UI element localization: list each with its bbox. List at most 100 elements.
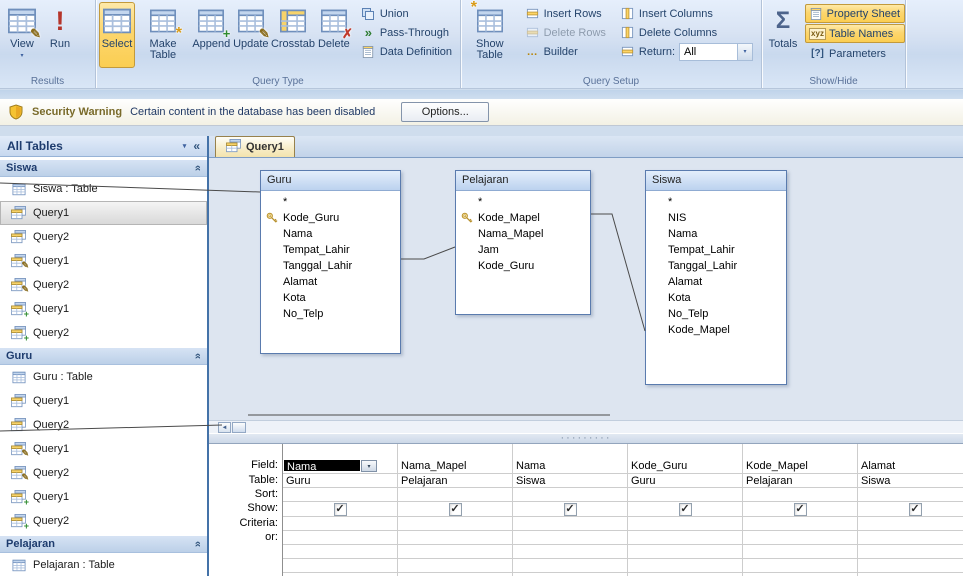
splitter-grip[interactable]: ········· [561,433,612,444]
pass-through-button[interactable]: » Pass-Through [356,23,457,42]
grid-cell-table-col5[interactable]: Pelajaran [743,474,858,488]
insert-rows-button[interactable]: Insert Rows [520,4,611,23]
collapse-group-icon[interactable]: » [192,165,204,171]
grid-cell-table-col2[interactable]: Pelajaran [398,474,513,488]
nav-item-query1[interactable]: Query1 [0,389,207,413]
union-button[interactable]: Union [356,4,457,23]
grid-cell-blank-col1[interactable] [283,444,398,459]
builder-button[interactable]: … Builder [520,42,611,61]
field-item-asterisk[interactable]: * [261,194,400,210]
pane-splitter[interactable]: ········· [209,433,963,444]
grid-cell-field-col3[interactable]: Nama [513,459,628,474]
grid-cell-field-col2[interactable]: Nama_Mapel [398,459,513,474]
table-box-guru[interactable]: Guru * Kode_Guru Nama Tempat_Lahir Tanggal_La… [260,170,401,354]
nav-item-pelajaran-table[interactable]: Pelajaran : Table [0,553,207,576]
grid-cell-empty1-col6[interactable] [858,545,963,559]
grid-cell-empty1-col1[interactable] [283,545,398,559]
nav-item-query2[interactable]: Query2 [0,413,207,437]
show-table-button[interactable]: * Show Table [464,0,516,68]
nav-item-query2[interactable]: + Query2 [0,321,207,345]
grid-cell-or-col1[interactable] [283,531,398,545]
totals-button[interactable]: Σ Totals [765,2,801,68]
make-table-button[interactable]: * Make Table [135,2,191,68]
nav-item-siswa-table[interactable]: Siswa : Table [0,177,207,201]
show-checkbox[interactable]: ✓ [448,502,462,516]
show-checkbox[interactable]: ✓ [333,502,347,516]
nav-item-query2[interactable]: ✎ Query2 [0,273,207,297]
grid-cell-empty2-col3[interactable] [513,559,628,573]
grid-cell-field-col4[interactable]: Kode_Guru [628,459,743,474]
delete-columns-button[interactable]: Delete Columns [615,23,758,42]
field-item-tempat-lahir[interactable]: Tempat_Lahir [261,242,400,258]
grid-cell-show-col2[interactable]: ✓ [398,502,513,517]
grid-cell-blank-col5[interactable] [743,444,858,459]
nav-pane-header[interactable]: All Tables ▾ « [0,136,207,157]
show-checkbox[interactable]: ✓ [678,502,692,516]
return-combobox[interactable]: All ▾ [679,42,753,61]
parameters-button[interactable]: [?] Parameters [805,44,905,63]
nav-group-header-guru[interactable]: Guru » [0,347,207,365]
field-item-asterisk[interactable]: * [646,194,786,210]
grid-cell-show-col3[interactable]: ✓ [513,502,628,517]
nav-item-query2[interactable]: ✎ Query2 [0,461,207,485]
select-query-button[interactable]: Select [99,2,135,68]
nav-group-header-siswa[interactable]: Siswa » [0,159,207,177]
grid-cell-empty1-col3[interactable] [513,545,628,559]
grid-cell-sort-col2[interactable] [398,488,513,502]
grid-cell-table-col1[interactable]: Guru [283,474,398,488]
view-button[interactable]: ✎ View ▾ [3,2,41,68]
nav-item-guru-table[interactable]: Guru : Table [0,365,207,389]
grid-cell-sort-col5[interactable] [743,488,858,502]
grid-cell-empty1-col2[interactable] [398,545,513,559]
delete-query-button[interactable]: ✗ Delete [316,2,353,68]
field-item-kota[interactable]: Kota [646,290,786,306]
nav-item-query1[interactable]: + Query1 [0,485,207,509]
table-box-title[interactable]: Guru [261,171,400,191]
nav-item-query2[interactable]: + Query2 [0,509,207,533]
table-box-pelajaran[interactable]: Pelajaran * Kode_Mapel Nama_Mapel Jam Kode_Gu… [455,170,591,315]
grid-cell-field-col5[interactable]: Kode_Mapel [743,459,858,474]
field-dropdown-button[interactable]: ▾ [361,460,377,472]
grid-cell-show-col6[interactable]: ✓ [858,502,963,517]
scroll-thumb[interactable] [232,422,246,433]
grid-cell-show-col1[interactable]: ✓ [283,502,398,517]
grid-cell-criteria-col1[interactable] [283,517,398,531]
grid-cell-field-col1[interactable]: Nama ▾ [283,459,398,474]
grid-cell-field-col6[interactable]: Alamat [858,459,963,474]
field-item-alamat[interactable]: Alamat [261,274,400,290]
field-item-kota[interactable]: Kota [261,290,400,306]
grid-cell-or-col2[interactable] [398,531,513,545]
grid-cell-blank-col3[interactable] [513,444,628,459]
grid-cell-criteria-col3[interactable] [513,517,628,531]
field-item-alamat[interactable]: Alamat [646,274,786,290]
field-item-tanggal-lahir[interactable]: Tanggal_Lahir [646,258,786,274]
grid-cell-or-col3[interactable] [513,531,628,545]
nav-item-query1[interactable]: ✎ Query1 [0,249,207,273]
grid-cell-sort-col6[interactable] [858,488,963,502]
table-box-title[interactable]: Pelajaran [456,171,590,191]
crosstab-button[interactable]: Crosstab [270,2,316,68]
field-item-no-telp[interactable]: No_Telp [646,306,786,322]
options-button[interactable]: Options... [401,102,490,122]
field-item-kode-guru[interactable]: Kode_Guru [456,258,590,274]
grid-cell-empty2-col1[interactable] [283,559,398,573]
grid-cell-or-col6[interactable] [858,531,963,545]
table-box-title[interactable]: Siswa [646,171,786,191]
grid-cell-table-col3[interactable]: Siswa [513,474,628,488]
grid-cell-or-col4[interactable] [628,531,743,545]
field-item-asterisk[interactable]: * [456,194,590,210]
show-checkbox[interactable]: ✓ [793,502,807,516]
field-item-nama-mapel[interactable]: Nama_Mapel [456,226,590,242]
grid-cell-blank-col2[interactable] [398,444,513,459]
field-item-kode-mapel[interactable]: Kode_Mapel [456,210,590,226]
collapse-group-icon[interactable]: » [192,353,204,359]
grid-cell-empty2-col4[interactable] [628,559,743,573]
show-checkbox[interactable]: ✓ [908,502,922,516]
grid-cell-sort-col4[interactable] [628,488,743,502]
tab-query1[interactable]: Query1 [215,136,295,157]
field-item-nis[interactable]: NIS [646,210,786,226]
grid-cell-empty1-col4[interactable] [628,545,743,559]
field-item-kode-guru[interactable]: Kode_Guru [261,210,400,226]
table-box-siswa[interactable]: Siswa * NIS Nama Tempat_Lahir Tanggal_Lahir Al… [645,170,787,385]
field-item-jam[interactable]: Jam [456,242,590,258]
